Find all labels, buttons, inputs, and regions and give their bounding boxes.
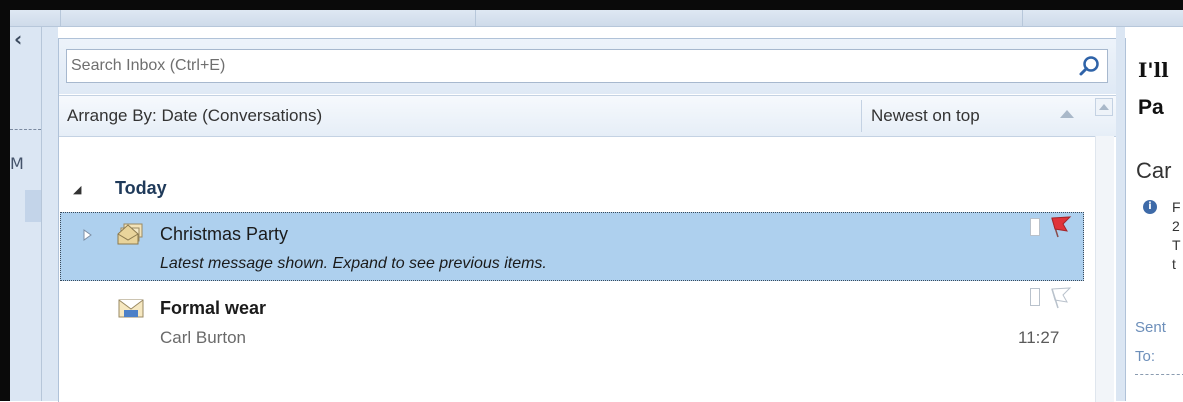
conversation-envelopes-icon <box>117 223 143 245</box>
nav-divider <box>10 129 41 130</box>
reading-pane: I'll Pa Car i F 2 T t Sent To: <box>1125 38 1183 401</box>
pane-gutter <box>42 27 58 401</box>
search-box <box>66 49 1108 83</box>
scroll-up-arrow-icon <box>1099 104 1109 110</box>
search-input[interactable] <box>67 50 1071 82</box>
sent-label: Sent <box>1135 319 1166 336</box>
message-subject: Formal wear <box>160 298 267 318</box>
info-text: F 2 T t <box>1172 198 1181 274</box>
info-line: F <box>1172 199 1181 215</box>
flag-icon[interactable] <box>1046 215 1072 239</box>
flag-outline-icon[interactable] <box>1046 286 1072 310</box>
pane-gutter <box>1116 27 1125 401</box>
arrange-by-bar: Arrange By: Date (Conversations) Newest … <box>59 95 1117 137</box>
unread-envelope-icon <box>118 299 144 318</box>
to-label: To: <box>1135 348 1156 365</box>
info-line: T <box>1172 237 1181 253</box>
info-icon: i <box>1143 200 1157 214</box>
reading-from[interactable]: Car <box>1136 158 1171 184</box>
category-box[interactable] <box>1030 288 1040 306</box>
window-frame-left <box>0 0 10 401</box>
arrange-by-button[interactable]: Arrange By: Date (Conversations) <box>67 106 322 126</box>
nav-folder-letter: M <box>10 154 24 173</box>
nav-selected-folder[interactable] <box>25 190 41 222</box>
message-sender: Carl Burton <box>160 328 246 347</box>
expand-conversation-icon[interactable] <box>82 229 92 241</box>
collapse-nav-icon[interactable]: ‹ <box>14 27 22 51</box>
sort-order-button[interactable]: Newest on top <box>871 106 980 126</box>
message-row[interactable]: Formal wear Carl Burton 11:27 <box>60 286 1084 356</box>
message-list: ◢ Today Christmas Party Latest message s… <box>59 136 1117 402</box>
arrange-divider <box>861 100 862 132</box>
message-subject: Christmas Party <box>160 224 289 244</box>
scroll-up-button[interactable] <box>1095 98 1113 116</box>
message-list-pane: Arrange By: Date (Conversations) Newest … <box>58 38 1117 402</box>
ribbon-bottom-strip <box>10 10 1183 27</box>
message-preview: Latest message shown. Expand to see prev… <box>160 255 547 272</box>
conversation-row[interactable]: Christmas Party Latest message shown. Ex… <box>60 212 1084 281</box>
info-line: 2 <box>1172 218 1180 234</box>
group-collapse-icon[interactable]: ◢ <box>73 183 81 196</box>
vertical-scrollbar[interactable] <box>1095 136 1114 402</box>
category-box[interactable] <box>1030 218 1040 236</box>
window-frame-top <box>0 0 1183 10</box>
strip-divider <box>475 10 476 26</box>
strip-divider <box>60 10 61 26</box>
navigation-pane: ‹ M <box>10 27 42 401</box>
info-line: t <box>1172 256 1176 272</box>
group-title: Today <box>115 178 167 198</box>
search-icon[interactable] <box>1077 54 1103 80</box>
reading-title-line1: I'll <box>1138 58 1169 82</box>
search-area <box>59 39 1117 94</box>
message-time: 11:27 <box>1018 328 1060 347</box>
sort-up-icon[interactable] <box>1059 109 1075 119</box>
header-divider <box>1135 374 1183 375</box>
reading-title-line2: Pa <box>1138 96 1164 119</box>
strip-divider <box>1022 10 1023 26</box>
